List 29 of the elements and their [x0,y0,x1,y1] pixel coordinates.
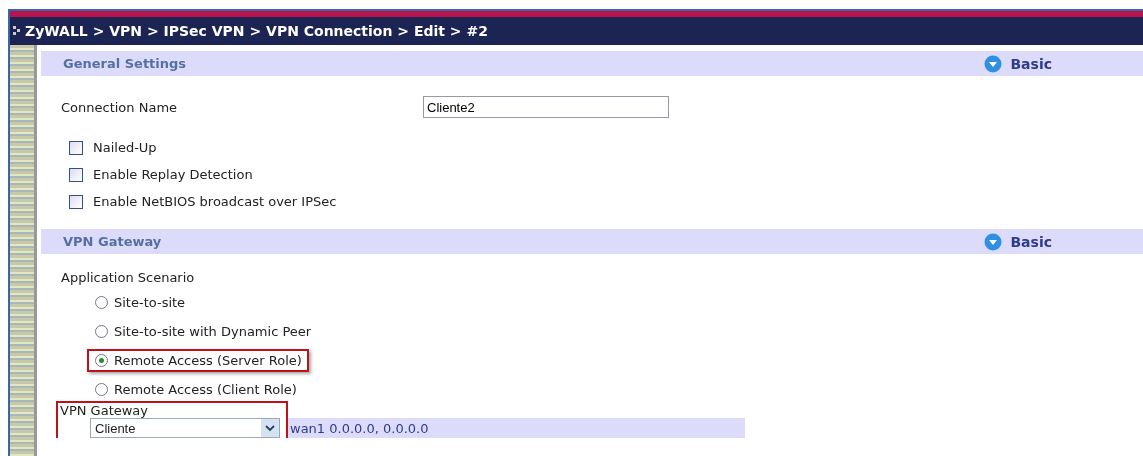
radio-button[interactable] [95,296,108,309]
checkbox[interactable] [69,140,83,155]
breadcrumb: ZyWALL > VPN > IPSec VPN > VPN Connection > Edit > #2 [25,23,488,39]
basic-link[interactable]: Basic [984,232,1052,251]
checkbox-label: Enable NetBIOS broadcast over IPSec [93,194,337,209]
chevron-down-icon [984,54,1003,73]
field-label: VPN Gateway [60,403,150,418]
radio-label: Site-to-site [114,295,186,310]
radio-label: Remote Access (Client Role) [114,382,297,397]
field-label: Application Scenario [60,269,196,285]
radio-button[interactable] [95,325,108,338]
section-title: General Settings [63,56,187,71]
connection-name-field[interactable]: Cliente2 [423,96,669,118]
radio-button[interactable] [95,354,108,367]
checkbox-label: Enable Replay Detection [93,167,253,182]
radio-label: Site-to-site with Dynamic Peer [114,324,312,339]
chevron-down-icon [984,232,1003,251]
field-label: Connection Name [61,99,179,115]
radio-button[interactable] [95,383,108,396]
chevron-down-icon [261,419,279,437]
checkbox[interactable] [69,194,83,209]
vpn-gateway-dropdown[interactable]: Cliente [90,418,280,438]
radio-label: Remote Access (Server Role) [114,353,302,368]
basic-link[interactable]: Basic [984,54,1052,73]
section-title: VPN Gateway [63,234,162,249]
checkbox-label: Nailed-Up [93,140,157,155]
checkbox[interactable] [69,167,83,182]
gateway-info: wan1 0.0.0.0, 0.0.0.0 [288,418,745,438]
grip-icon [13,26,21,36]
